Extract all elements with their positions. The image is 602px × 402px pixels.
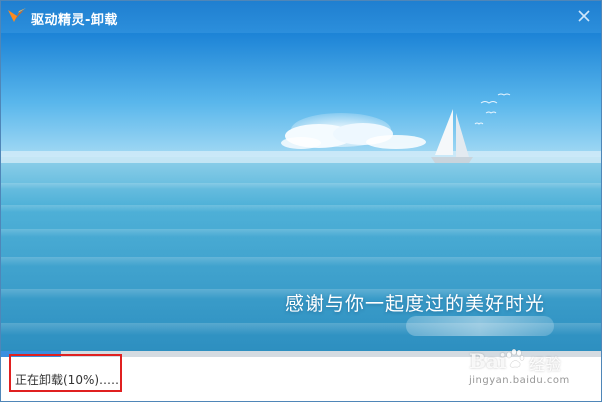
watermark-url: jingyan.baidu.com [469,375,570,386]
baidu-paw-icon [506,348,525,368]
title-bar[interactable]: 驱动精灵-卸载 [1,1,601,33]
uninstall-window: 驱动精灵-卸载 感谢与你一起度过的美好时光 正在卸载(10%)…… Bai 经验… [0,0,602,402]
banner-scene: 感谢与你一起度过的美好时光 [1,33,601,351]
farewell-slogan: 感谢与你一起度过的美好时光 [285,293,546,315]
window-title: 驱动精灵-卸载 [31,13,118,28]
watermark-brand-cn: 经验 [529,355,562,374]
drive-genius-logo-icon [8,8,26,22]
watermark-brand: Bai [469,349,507,373]
baidu-jingyan-watermark: Bai 经验 jingyan.baidu.com [469,348,597,399]
close-icon[interactable] [573,5,595,27]
blurred-subtitle [406,316,554,336]
annotation-highlight-box [9,354,122,392]
